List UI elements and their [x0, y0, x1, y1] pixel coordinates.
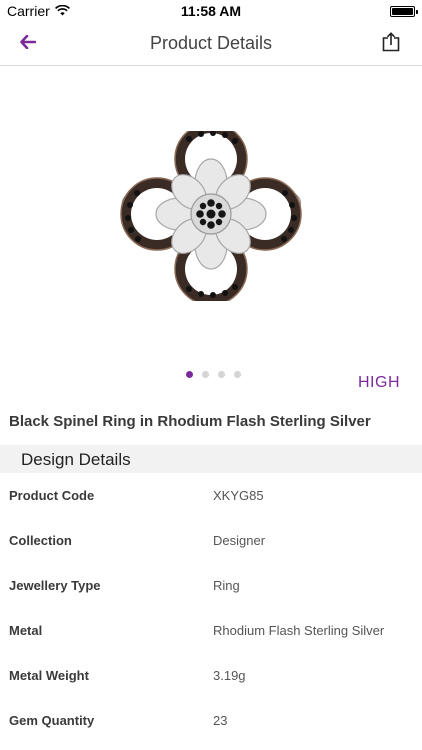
ring-image: [120, 131, 302, 301]
pager-dot-1[interactable]: [185, 371, 193, 378]
detail-value: Rhodium Flash Sterling Silver: [213, 623, 385, 638]
page-title: Product Details: [149, 33, 273, 53]
detail-value: XKYG85: [213, 488, 264, 503]
detail-row-product-code: Product Code XKYG85: [0, 473, 422, 518]
detail-row-metal-weight: Metal Weight 3.19g: [0, 653, 422, 698]
share-icon: [382, 31, 400, 57]
detail-label: Gem Quantity: [9, 713, 95, 728]
section-title: Design Details: [21, 450, 131, 469]
design-details-list: Product Code XKYG85 Collection Designer …: [0, 473, 422, 743]
detail-row-gem-quantity: Gem Quantity 23: [0, 698, 422, 743]
detail-label: Jewellery Type: [9, 578, 101, 593]
detail-row-metal: Metal Rhodium Flash Sterling Silver: [0, 608, 422, 653]
detail-value: Ring: [213, 578, 240, 593]
detail-label: Metal Weight: [9, 668, 89, 683]
status-bar: Carrier 11:58 AM: [0, 0, 422, 22]
pager-dot-2[interactable]: [201, 371, 209, 378]
detail-value: 23: [213, 713, 228, 728]
product-image[interactable]: [0, 66, 422, 366]
product-title: Black Spinel Ring in Rhodium Flash Sterl…: [9, 413, 371, 430]
detail-row-jewellery-type: Jewellery Type Ring: [0, 563, 422, 608]
section-header: Design Details: [0, 445, 422, 473]
pager-dot-3[interactable]: [217, 371, 225, 378]
nav-bar: Product Details: [0, 22, 422, 66]
battery-icon: [390, 6, 418, 17]
detail-value: 3.19g: [213, 668, 246, 683]
detail-label: Collection: [9, 533, 72, 548]
detail-label: Product Code: [9, 488, 95, 503]
priority-badge: HIGH: [358, 374, 400, 391]
pager-dot-4[interactable]: [233, 371, 241, 378]
detail-row-collection: Collection Designer: [0, 518, 422, 563]
share-button[interactable]: [378, 30, 404, 58]
detail-label: Metal: [9, 623, 43, 638]
status-time: 11:58 AM: [180, 3, 242, 19]
detail-value: Designer: [213, 533, 266, 548]
